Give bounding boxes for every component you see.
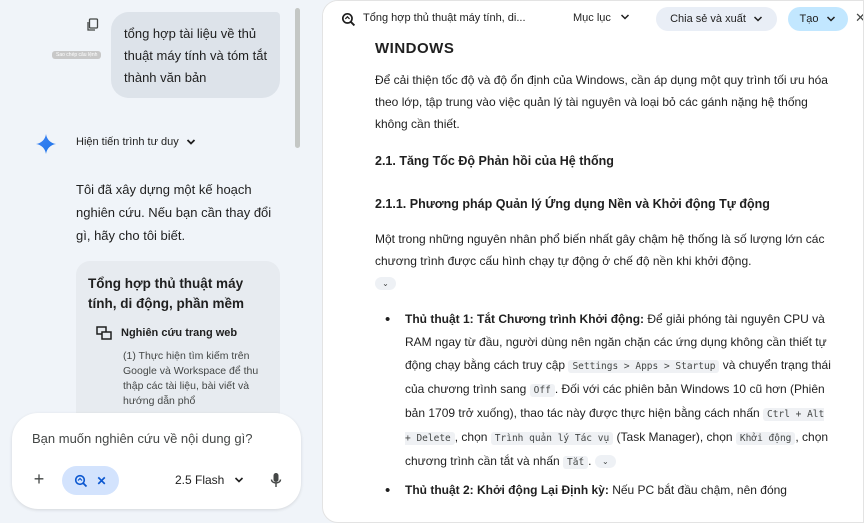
- tip-text: , chọn: [454, 430, 491, 444]
- tip-text: .: [588, 454, 592, 468]
- copy-tooltip: Sao chép câu lệnh: [52, 51, 102, 59]
- deep-research-chip[interactable]: ✕: [62, 466, 119, 495]
- share-export-label: Chia sẻ và xuất: [670, 13, 746, 25]
- prompt-input-box[interactable]: Bạn muốn nghiên cứu về nội dung gì? + ✕ …: [12, 413, 301, 509]
- plan-title: Tổng hợp thủ thuật máy tính, di động, ph…: [88, 276, 244, 311]
- section-heading: WINDOWS: [375, 43, 455, 57]
- model-selector[interactable]: 2.5 Flash: [175, 473, 244, 487]
- mic-icon[interactable]: [269, 470, 283, 490]
- inline-code: Off: [529, 384, 555, 397]
- plus-icon[interactable]: +: [28, 469, 50, 491]
- subsection-heading: 2.1. Tăng Tốc Độ Phản hồi của Hệ thống: [375, 154, 614, 168]
- paragraph: Một trong những nguyên nhân phổ biến nhấ…: [375, 228, 835, 294]
- tip-title: Thủ thuật 1: Tắt Chương trình Khởi động:: [405, 312, 645, 326]
- research-plan-card[interactable]: Tổng hợp thủ thuật máy tính, di động, ph…: [76, 261, 280, 431]
- prompt-input[interactable]: Bạn muốn nghiên cứu về nội dung gì?: [32, 431, 252, 446]
- inline-code: Khởi động: [735, 432, 796, 445]
- tip-text: (Task Manager), chọn: [613, 430, 736, 444]
- web-research-icon: [96, 326, 112, 340]
- paragraph: Để cải thiện tốc độ và độ ổn định của Wi…: [375, 73, 828, 131]
- chat-panel: Sao chép câu lệnh tổng hợp tài liệu về t…: [0, 0, 315, 523]
- expand-sources-button[interactable]: ⌄: [594, 455, 616, 469]
- toc-button[interactable]: Mục lục: [573, 12, 630, 24]
- chevron-down-icon: [620, 14, 629, 20]
- chevron-down-icon: [186, 139, 195, 145]
- toc-label: Mục lục: [573, 12, 611, 24]
- share-export-button[interactable]: Chia sẻ và xuất: [656, 7, 777, 31]
- plan-step-title: Nghiên cứu trang web: [121, 327, 238, 339]
- document-toolbar: Tổng hợp thủ thuật máy tính, di... Mục l…: [323, 1, 863, 37]
- chevron-down-icon: [827, 16, 836, 22]
- copy-icon[interactable]: [86, 18, 100, 32]
- plan-step-description: (1) Thực hiện tìm kiếm trên Google và Wo…: [123, 350, 259, 407]
- assistant-intro: Tôi đã xây dựng một kế hoạch nghiên cứu.…: [76, 182, 272, 243]
- tip-text: Nếu PC bắt đầu chậm, nên đóng: [608, 483, 787, 497]
- create-label: Tạo: [799, 13, 819, 25]
- chevron-down-icon: [753, 16, 762, 22]
- list-item: Thủ thuật 1: Tắt Chương trình Khởi động:…: [383, 308, 835, 474]
- deep-research-icon: [75, 474, 88, 487]
- show-thinking-toggle[interactable]: Hiện tiến trình tư duy: [76, 136, 196, 148]
- gemini-star-icon: [36, 134, 56, 154]
- document-title: Tổng hợp thủ thuật máy tính, di...: [363, 12, 526, 24]
- deep-research-icon: [341, 12, 356, 27]
- user-message-bubble: tổng hợp tài liệu về thủ thuật máy tính …: [111, 12, 280, 98]
- show-thinking-label: Hiện tiến trình tư duy: [76, 136, 179, 148]
- close-icon[interactable]: ✕: [855, 10, 863, 26]
- tip-title: Thủ thuật 2: Khởi động Lại Định kỳ:: [405, 483, 609, 497]
- model-label: 2.5 Flash: [175, 473, 225, 487]
- subsubsection-heading: 2.1.1. Phương pháp Quản lý Ứng dụng Nền …: [375, 197, 770, 211]
- document-content: WINDOWS Để cải thiện tốc độ và độ ổn địn…: [375, 35, 835, 502]
- document-panel: Tổng hợp thủ thuật máy tính, di... Mục l…: [322, 0, 864, 523]
- expand-sources-button[interactable]: ⌄: [375, 277, 396, 291]
- plan-step: Nghiên cứu trang web: [96, 326, 268, 340]
- chat-scrollbar[interactable]: [295, 8, 300, 148]
- create-button[interactable]: Tạo: [788, 7, 848, 31]
- close-icon[interactable]: ✕: [96, 474, 106, 488]
- inline-code: Settings > Apps > Startup: [568, 360, 720, 373]
- tips-list: Thủ thuật 1: Tắt Chương trình Khởi động:…: [383, 308, 835, 502]
- list-item: Thủ thuật 2: Khởi động Lại Định kỳ: Nếu …: [383, 479, 835, 502]
- inline-code: Trình quản lý Tác vụ: [490, 432, 614, 445]
- inline-code: Tắt: [563, 456, 589, 469]
- chevron-down-icon: [235, 477, 244, 483]
- paragraph-text: Một trong những nguyên nhân phổ biến nhấ…: [375, 232, 825, 268]
